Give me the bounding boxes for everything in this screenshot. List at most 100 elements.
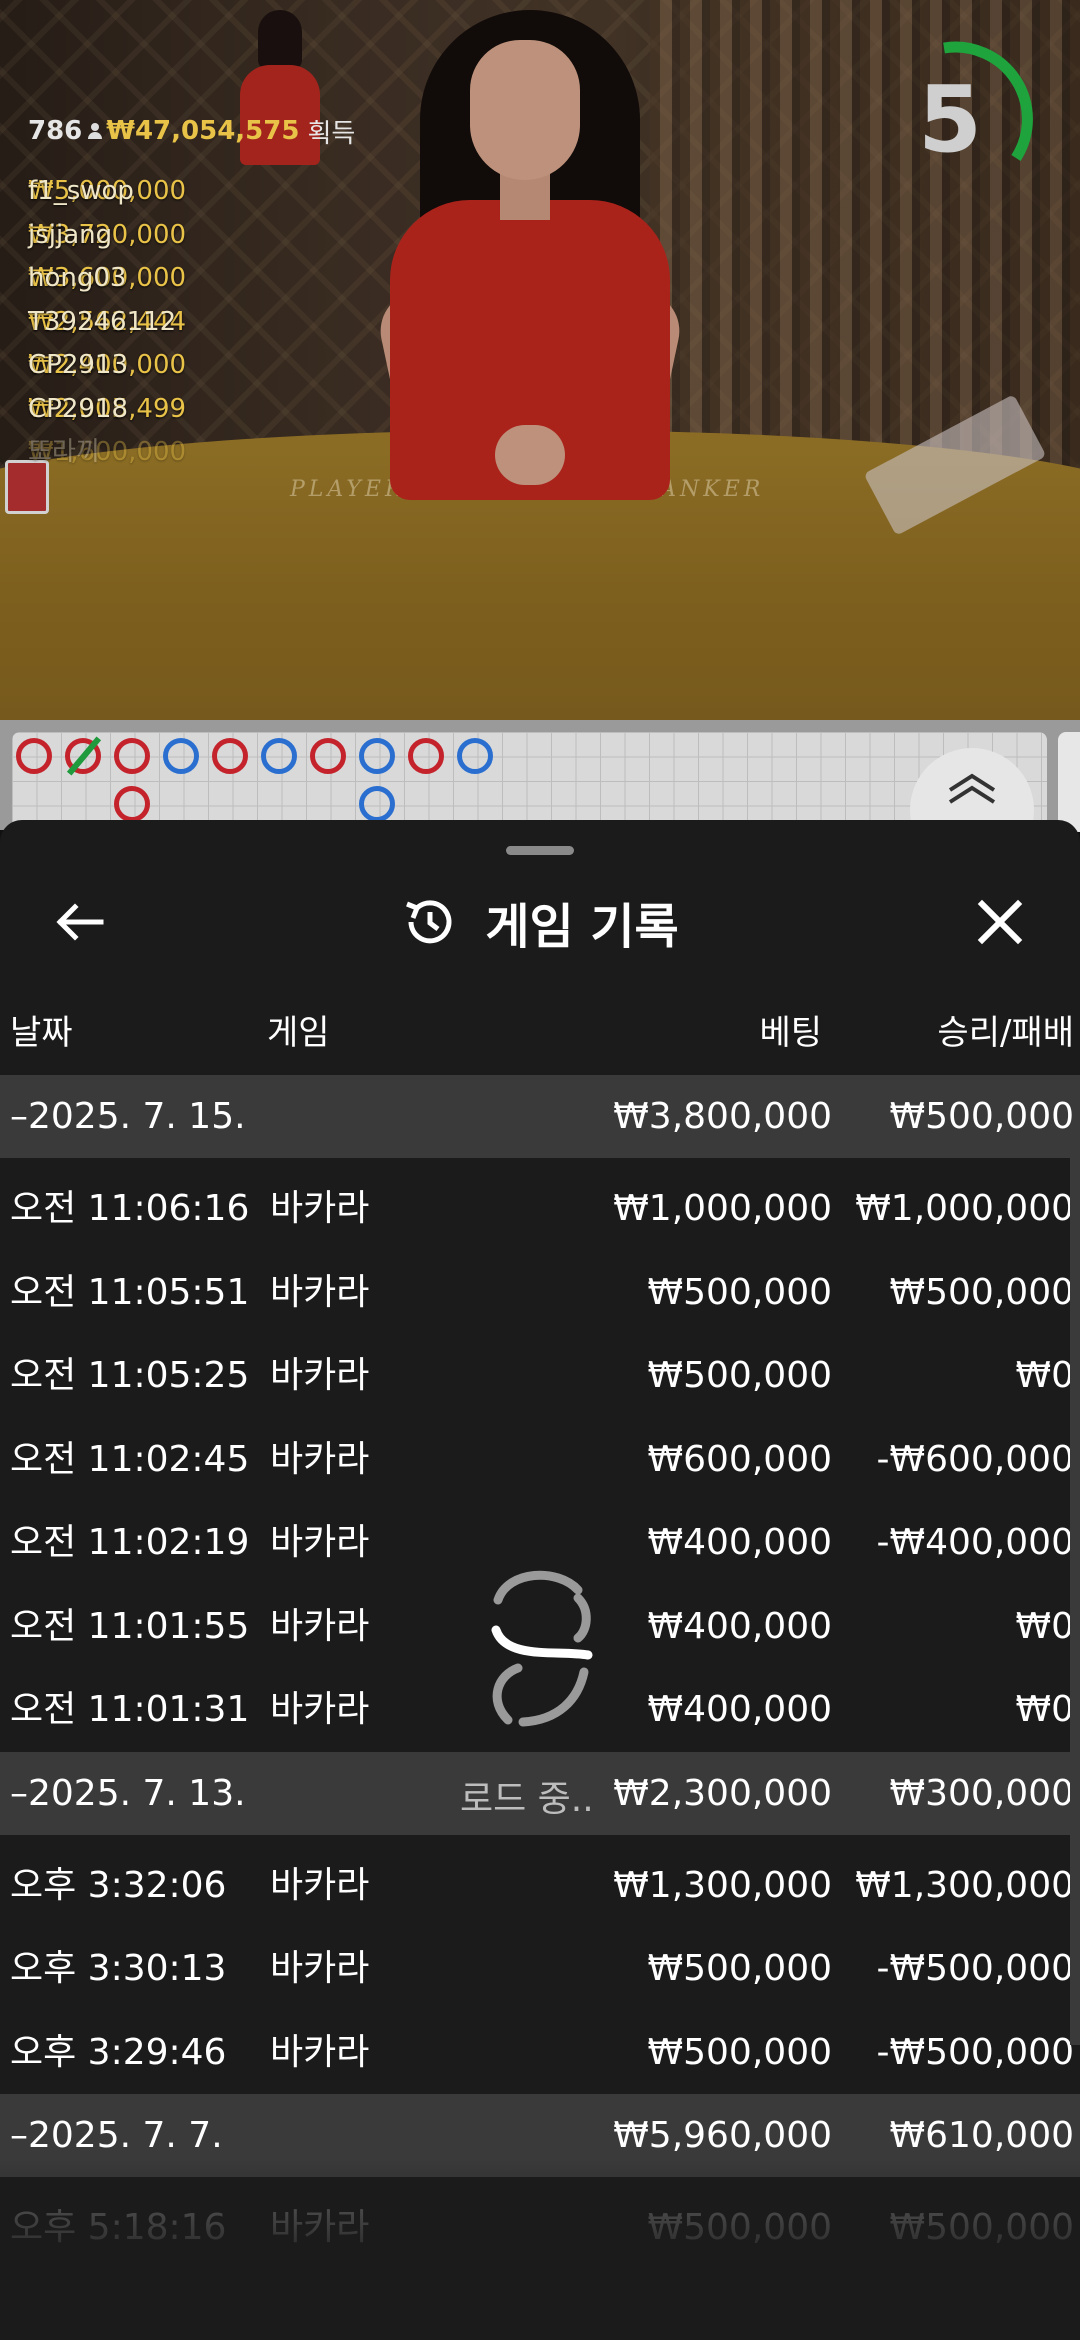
close-button[interactable]	[960, 882, 1040, 962]
history-row[interactable]: 오전 11:05:25 바카라 ₩500,000 ₩0	[0, 1334, 1080, 1418]
row-bet: ₩1,000,000	[613, 1188, 832, 1229]
sheet-title: 게임 기록	[485, 899, 679, 955]
winners-total: ₩47,054,575	[106, 116, 300, 146]
history-row[interactable]: 오후 3:29:46 바카라 ₩500,000 -₩500,000	[0, 2011, 1080, 2095]
column-result: 승리/패배	[937, 1013, 1074, 1053]
group-date: –2025. 7. 7.	[10, 2115, 223, 2156]
winners-list: 786 ₩47,054,575 획득 ₩5,000,000 f1_swop ₩3,…	[28, 112, 355, 467]
winner-row: ₩3,720,000 jsjjang	[28, 194, 355, 250]
row-bet: ₩500,000	[647, 1355, 832, 1396]
scrollbar[interactable]	[1070, 1125, 1080, 2045]
row-result: ₩500,000	[889, 1271, 1074, 1313]
back-button[interactable]	[40, 882, 120, 962]
loading-spinner-icon	[478, 1560, 608, 1730]
row-time: 오전 11:01:55	[10, 1605, 250, 1647]
close-icon	[977, 899, 1023, 945]
arrow-left-icon	[56, 903, 104, 941]
column-date: 날짜	[10, 1013, 73, 1053]
row-result: ₩0	[1015, 1355, 1075, 1396]
row-game: 바카라	[270, 1271, 370, 1313]
row-game: 바카라	[270, 1438, 370, 1480]
sheet-header: 게임 기록	[0, 882, 1080, 962]
bead-player	[359, 786, 395, 822]
row-game: 바카라	[270, 1689, 370, 1730]
row-result: -₩400,000	[876, 1522, 1074, 1563]
winner-count: 786	[28, 116, 83, 146]
drag-handle[interactable]	[506, 846, 574, 855]
row-time: 오전 11:05:25	[10, 1355, 250, 1396]
row-result: -₩500,000	[876, 2031, 1074, 2073]
history-row[interactable]: 오후 3:30:13 바카라 ₩500,000 -₩500,000	[0, 1927, 1080, 2011]
winner-row: ₩2,562,444 T39246112	[28, 281, 355, 337]
group-bet-total: ₩5,960,000	[613, 2115, 832, 2156]
history-row[interactable]: 오전 11:06:16 바카라 ₩1,000,000 ₩1,000,000	[0, 1167, 1080, 1251]
bead-player	[457, 738, 493, 774]
date-group-header[interactable]: –2025. 7. 7. ₩5,960,000 ₩610,000	[0, 2094, 1080, 2177]
group-result-total: ₩300,000	[889, 1772, 1074, 1814]
row-game: 바카라	[270, 1605, 370, 1647]
row-result: ₩1,300,000	[855, 1864, 1074, 1906]
winner-row: ₩5,000,000 f1_swop	[28, 150, 355, 206]
winner-row: ₩1,600,000 또라끼	[28, 411, 355, 467]
row-game: 바카라	[270, 1522, 370, 1563]
row-time: 오전 11:06:16	[10, 1188, 250, 1229]
row-bet: ₩500,000	[647, 2207, 832, 2248]
winners-summary: 786 ₩47,054,575 획득	[28, 112, 355, 150]
bead-banker	[114, 786, 150, 822]
bead-banker	[212, 738, 248, 774]
countdown-number: 5	[917, 66, 982, 173]
column-game: 게임	[267, 1013, 330, 1053]
countdown-timer: 5	[880, 40, 1040, 200]
history-row[interactable]: 오전 11:05:51 바카라 ₩500,000 ₩500,000	[0, 1251, 1080, 1335]
row-bet: ₩600,000	[647, 1438, 832, 1480]
history-icon	[406, 900, 452, 944]
group-bet-total: ₩2,300,000	[613, 1772, 832, 1814]
row-time: 오전 11:01:31	[10, 1689, 250, 1730]
row-bet: ₩400,000	[647, 1522, 832, 1563]
row-result: ₩0	[1015, 1689, 1075, 1730]
row-game: 바카라	[270, 2207, 370, 2248]
person-icon	[88, 123, 103, 139]
row-bet: ₩500,000	[647, 1271, 832, 1313]
row-bet: ₩400,000	[647, 1605, 832, 1647]
winner-row: ₩2,400,000 CP2913	[28, 324, 355, 380]
row-time: 오후 5:18:16	[10, 2207, 227, 2248]
history-row[interactable]: 오후 3:32:06 바카라 ₩1,300,000 ₩1,300,000	[0, 1844, 1080, 1928]
row-game: 바카라	[270, 2031, 370, 2073]
date-group-header[interactable]: –2025. 7. 15. ₩3,800,000 ₩500,000	[0, 1075, 1080, 1158]
chevron-up-icon	[948, 773, 996, 804]
row-result: ₩1,000,000	[855, 1188, 1074, 1229]
group-date: –2025. 7. 13.	[10, 1772, 246, 1814]
row-time: 오후 3:30:13	[10, 1948, 227, 1989]
row-result: ₩500,000	[889, 2207, 1074, 2248]
row-game: 바카라	[270, 1188, 370, 1229]
row-result: -₩600,000	[876, 1438, 1074, 1480]
road-map[interactable]	[0, 720, 1080, 872]
winners-gain-label: 획득	[307, 118, 356, 149]
row-game: 바카라	[270, 1948, 370, 1989]
column-headers: 날짜 게임 베팅 승리/패배	[0, 1005, 1080, 1055]
row-result: -₩500,000	[876, 1948, 1074, 1989]
bead-banker	[408, 738, 444, 774]
history-row[interactable]: 오후 5:18:16 바카라 ₩500,000 ₩500,000	[0, 2186, 1080, 2270]
bead-player	[359, 738, 395, 774]
bead-banker	[114, 738, 150, 774]
row-time: 오후 3:29:46	[10, 2031, 227, 2073]
row-game: 바카라	[270, 1355, 370, 1396]
column-bet: 베팅	[759, 1013, 822, 1053]
bead-player	[261, 738, 297, 774]
history-row[interactable]: 오전 11:02:45 바카라 ₩600,000 -₩600,000	[0, 1418, 1080, 1502]
bead-banker	[16, 738, 52, 774]
group-date: –2025. 7. 15.	[10, 1096, 246, 1137]
row-time: 오전 11:05:51	[10, 1271, 250, 1313]
group-result-total: ₩500,000	[889, 1096, 1074, 1137]
group-bet-total: ₩3,800,000	[613, 1096, 832, 1137]
row-time: 오전 11:02:45	[10, 1438, 250, 1480]
winner-row: ₩3,600,000 hong03	[28, 237, 355, 293]
loading-label: 로드 중..	[460, 1779, 594, 1820]
winner-name: 또라끼	[28, 437, 100, 467]
row-bet: ₩500,000	[647, 1948, 832, 1989]
winner-row: ₩2,005,499 CP2918	[28, 368, 355, 424]
row-result: ₩0	[1015, 1605, 1075, 1647]
side-panel-tab[interactable]	[1058, 732, 1080, 832]
